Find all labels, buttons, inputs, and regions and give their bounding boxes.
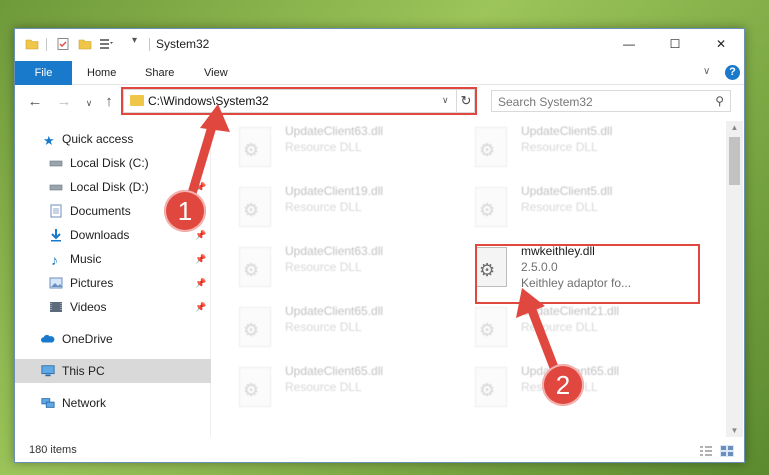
file-item[interactable]: ⚙ UpdateClient19.dll Resource DLL <box>215 181 435 231</box>
nav-item-videos[interactable]: Videos 📌 <box>15 295 211 319</box>
explorer-window: ▾ System32 — ☐ ✕ File Home Share View ∨ … <box>14 28 745 463</box>
dll-file-icon: ⚙ <box>239 307 271 347</box>
file-item[interactable]: ⚙ UpdateClient63.dll Resource DLL <box>215 241 435 291</box>
step-badge-1: 1 <box>164 190 206 232</box>
search-input[interactable]: Search System32 ⚲ <box>491 90 731 112</box>
close-button[interactable]: ✕ <box>698 29 744 59</box>
scroll-thumb[interactable] <box>729 137 740 185</box>
nav-item-this-pc[interactable]: This PC <box>15 359 211 383</box>
title-bar: ▾ System32 — ☐ ✕ <box>15 29 744 59</box>
dll-file-icon: ⚙ <box>475 367 507 407</box>
forward-button[interactable]: → <box>54 93 74 110</box>
tab-share[interactable]: Share <box>145 61 174 85</box>
cloud-icon <box>41 334 55 343</box>
tiles-view-icon[interactable] <box>720 445 734 457</box>
folder-icon <box>25 39 39 50</box>
scroll-up-icon[interactable]: ▲ <box>726 123 743 132</box>
dll-file-icon: ⚙ <box>475 187 507 227</box>
search-placeholder: Search System32 <box>498 95 593 109</box>
dll-file-icon: ⚙ <box>475 127 507 167</box>
maximize-icon: ☐ <box>669 37 681 51</box>
dll-file-icon: ⚙ <box>239 367 271 407</box>
maximize-button[interactable]: ☐ <box>652 29 698 59</box>
dll-file-icon: ⚙ <box>239 127 271 167</box>
nav-item-quick-access[interactable]: ★ Quick access <box>15 127 211 151</box>
expand-ribbon-icon[interactable]: ∨ <box>703 66 710 77</box>
vertical-scrollbar[interactable]: ▲ ▼ <box>726 121 743 437</box>
nav-item-network[interactable]: Network <box>15 391 211 415</box>
computer-icon <box>41 365 55 377</box>
divider <box>149 38 150 51</box>
file-item[interactable]: ⚙ UpdateClient5.dll Resource DLL <box>451 181 671 231</box>
videos-icon <box>50 302 62 312</box>
network-icon <box>41 398 55 408</box>
close-icon: ✕ <box>715 37 727 51</box>
dll-file-icon: ⚙ <box>239 187 271 227</box>
status-bar: 180 items <box>15 439 744 462</box>
tab-view[interactable]: View <box>204 61 228 85</box>
recent-locations-icon[interactable]: ∨ <box>79 98 99 109</box>
tab-home[interactable]: Home <box>87 61 116 85</box>
nav-item-pictures[interactable]: Pictures 📌 <box>15 271 211 295</box>
new-folder-icon[interactable] <box>78 37 92 51</box>
window-title: System32 <box>156 37 210 51</box>
download-icon <box>51 229 61 242</box>
documents-icon <box>50 204 62 218</box>
nav-item-onedrive[interactable]: OneDrive <box>15 327 211 351</box>
dll-file-icon: ⚙ <box>475 307 507 347</box>
ribbon-tabs: File Home Share View ∨ ? <box>15 61 744 85</box>
up-button[interactable]: ↑ <box>99 93 119 110</box>
pin-icon[interactable]: 📌 <box>195 295 206 319</box>
file-item[interactable]: ⚙ UpdateClient21.dll Resource DLL <box>451 301 671 351</box>
dll-file-icon: ⚙ <box>239 247 271 287</box>
drive-icon <box>49 184 63 191</box>
tab-file[interactable]: File <box>15 61 72 85</box>
file-highlight <box>475 244 700 304</box>
item-count: 180 items <box>29 444 77 456</box>
navigation-pane: ★ Quick access Local Disk (C:) Local Dis… <box>15 121 211 437</box>
minimize-button[interactable]: — <box>606 29 652 59</box>
drive-icon <box>49 160 63 167</box>
file-item[interactable]: ⚙ UpdateClient65.dll Resource DLL <box>215 361 435 411</box>
pictures-icon <box>49 277 63 289</box>
star-icon: ★ <box>43 133 55 148</box>
details-view-icon[interactable] <box>699 445 713 457</box>
pin-icon[interactable]: 📌 <box>195 271 206 295</box>
file-item[interactable]: ⚙ UpdateClient5.dll Resource DLL <box>451 121 671 171</box>
file-item[interactable]: ⚙ UpdateClient65.dll Resource DLL <box>215 301 435 351</box>
qa-dropdown-icon[interactable]: ▾ <box>132 35 146 49</box>
file-item[interactable]: ⚙ UpdateClient63.dll Resource DLL <box>215 121 435 171</box>
search-icon: ⚲ <box>715 94 724 108</box>
back-button[interactable]: ← <box>25 93 45 110</box>
music-icon: ♪ <box>51 252 58 268</box>
divider <box>46 38 47 51</box>
nav-item-music[interactable]: ♪ Music 📌 <box>15 247 211 271</box>
help-icon[interactable]: ? <box>725 65 740 80</box>
scroll-down-icon[interactable]: ▼ <box>726 426 743 435</box>
pin-icon[interactable]: 📌 <box>195 247 206 271</box>
minimize-icon: — <box>623 37 635 51</box>
customize-toolbar-icon[interactable] <box>99 37 113 51</box>
step-badge-2: 2 <box>542 364 584 406</box>
properties-icon[interactable] <box>56 37 70 51</box>
address-highlight <box>121 87 477 115</box>
nav-item-local-disk-c[interactable]: Local Disk (C:) <box>15 151 211 175</box>
